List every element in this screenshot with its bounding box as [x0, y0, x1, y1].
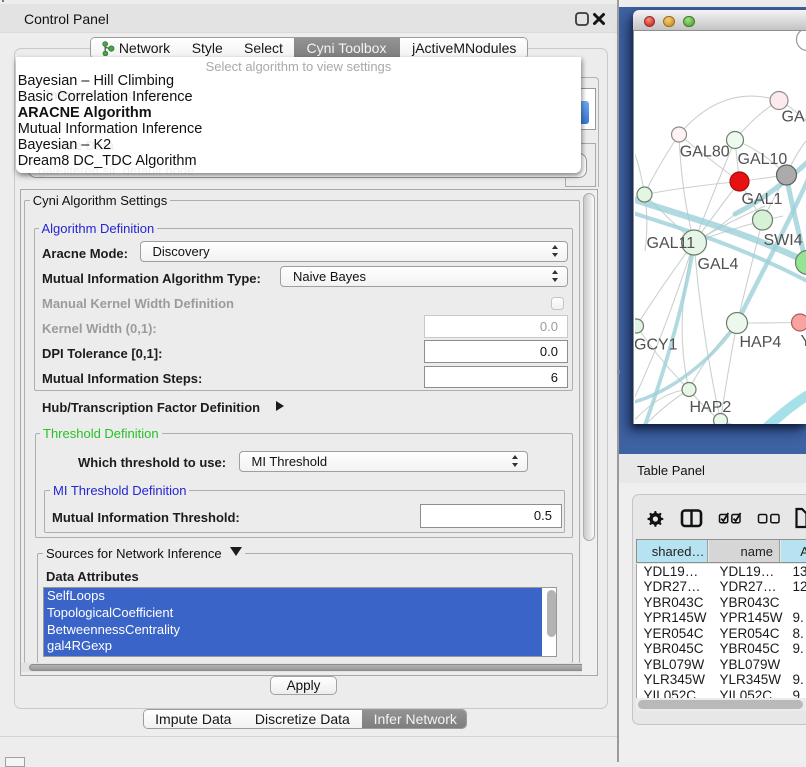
svg-text:GAL4: GAL4: [697, 256, 738, 273]
svg-text:HAP4: HAP4: [739, 334, 781, 351]
svg-text:Y: Y: [800, 333, 806, 350]
svg-text:GAL80: GAL80: [679, 143, 729, 160]
svg-text:GCY1: GCY1: [635, 336, 678, 353]
svg-text:GAL11: GAL11: [646, 235, 695, 252]
svg-text:GAL10: GAL10: [737, 151, 787, 168]
svg-text:HAP2: HAP2: [689, 399, 731, 416]
svg-text:GAL: GAL: [781, 108, 806, 125]
svg-text:GAL1: GAL1: [741, 191, 782, 208]
svg-text:SWI4: SWI4: [763, 232, 802, 249]
